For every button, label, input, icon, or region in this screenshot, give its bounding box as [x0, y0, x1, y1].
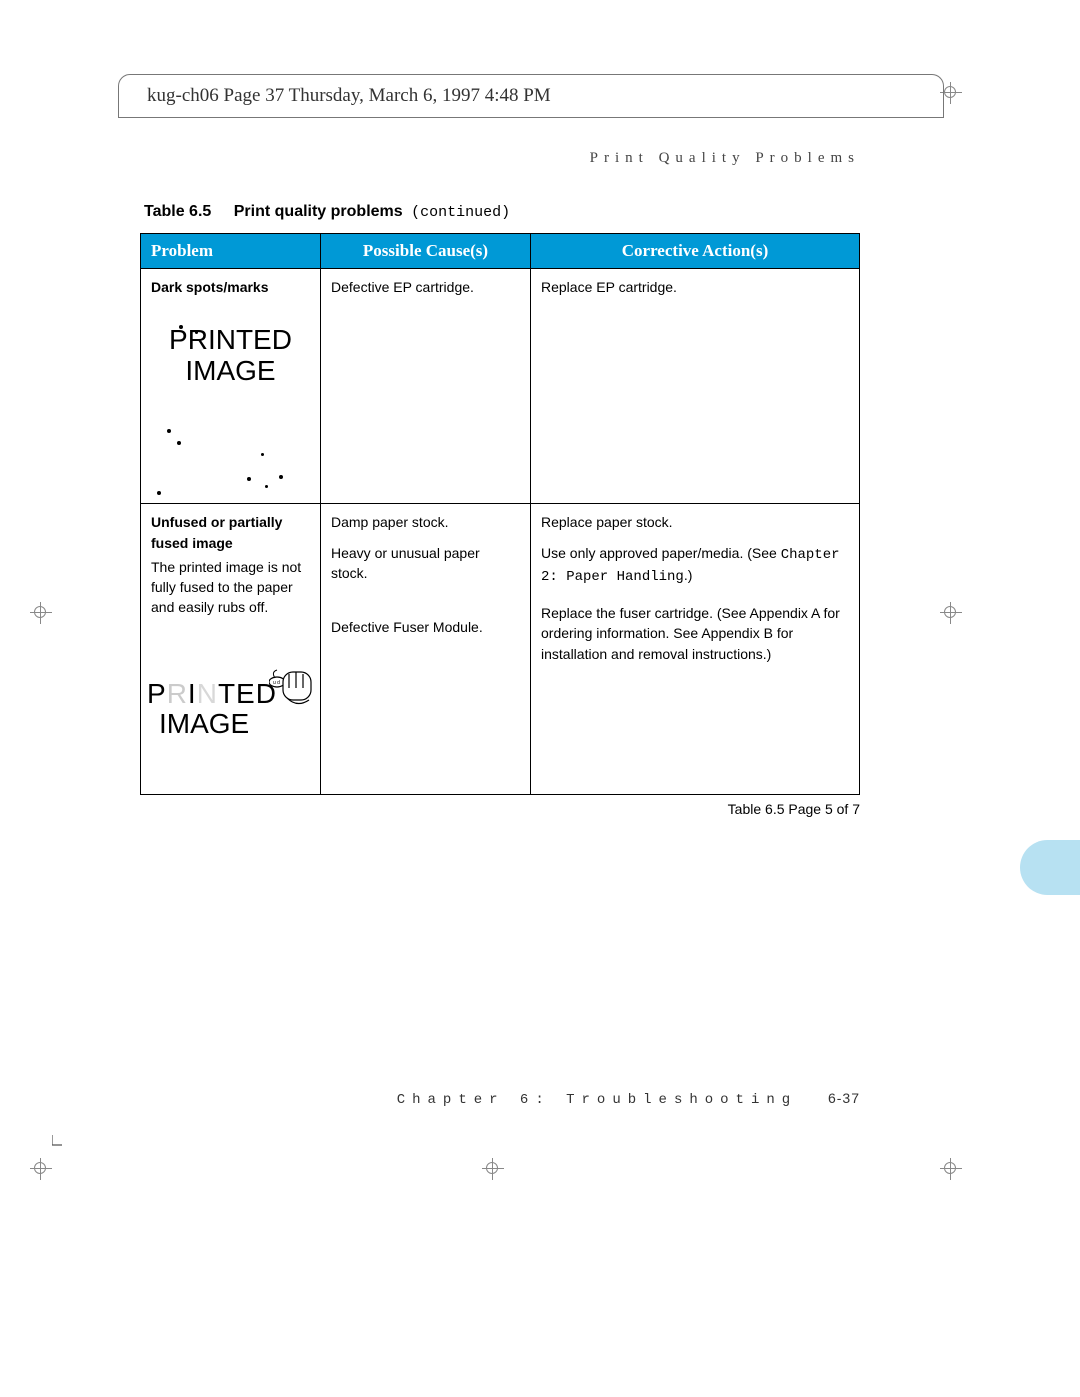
cell-action: Replace paper stock. Use only approved p…	[531, 504, 860, 794]
table-row: Unfused or partially fused image The pri…	[141, 504, 860, 794]
footer-page-number: 6-37	[828, 1090, 860, 1106]
cell-cause: Damp paper stock. Heavy or unusual paper…	[321, 504, 531, 794]
content-area: Print Quality Problems Table 6.5 Print q…	[140, 150, 860, 817]
corner-mark	[52, 1135, 64, 1147]
col-problem: Problem	[141, 234, 321, 269]
problem-illustration-dark-spots: PRINTED IMAGE	[151, 325, 310, 495]
cell-cause: Defective EP cartridge.	[321, 269, 531, 504]
page-header: kug-ch06 Page 37 Thursday, March 6, 1997…	[119, 75, 943, 117]
illus-line2: IMAGE	[159, 704, 249, 745]
table-continued: (continued)	[411, 204, 510, 221]
illus-line2: IMAGE	[151, 356, 310, 387]
footer-chapter: Chapter 6: Troubleshooting	[397, 1092, 797, 1108]
cell-problem: Unfused or partially fused image The pri…	[141, 504, 321, 794]
action-line: Replace paper stock.	[541, 512, 849, 532]
problem-desc: The printed image is not fully fused to …	[151, 559, 301, 616]
col-cause: Possible Cause(s)	[321, 234, 531, 269]
regmark-mid-right	[940, 602, 962, 624]
illus-line1: PRINTED	[151, 325, 310, 356]
action-text: .)	[684, 567, 693, 583]
problem-title: Dark spots/marks	[151, 277, 310, 297]
side-tab	[1020, 840, 1080, 895]
action-line: Use only approved paper/media. (See Chap…	[541, 543, 849, 588]
regmark-bottom-right	[940, 1158, 962, 1180]
print-quality-table: Problem Possible Cause(s) Corrective Act…	[140, 233, 860, 795]
cause-line: Defective Fuser Module.	[331, 617, 520, 637]
page-footer: Chapter 6: Troubleshooting 6-37	[140, 1090, 860, 1108]
hand-icon: u d	[269, 668, 313, 708]
action-line: Replace the fuser cartridge. (See Append…	[541, 603, 849, 664]
action-text: Use only approved paper/media. (See	[541, 545, 781, 561]
running-head: Print Quality Problems	[140, 150, 860, 167]
cause-line: Heavy or unusual paper stock.	[331, 543, 520, 584]
header-right-stub	[943, 86, 944, 118]
cause-line: Damp paper stock.	[331, 512, 520, 532]
svg-text:u d: u d	[273, 680, 280, 686]
regmark-mid-left	[30, 1158, 52, 1180]
table-footer: Table 6.5 Page 5 of 7	[140, 801, 860, 817]
table-caption: Table 6.5 Print quality problems (contin…	[140, 203, 860, 221]
table-header-row: Problem Possible Cause(s) Corrective Act…	[141, 234, 860, 269]
problem-title: Unfused or partially fused image	[151, 512, 310, 553]
table-title: Print quality problems	[234, 203, 403, 220]
header-baseline	[118, 117, 944, 118]
table-label: Table 6.5	[144, 203, 211, 220]
header-left-stub	[118, 86, 119, 118]
cell-action: Replace EP cartridge.	[531, 269, 860, 504]
table-row: Dark spots/marks PRINTED IMAGE	[141, 269, 860, 504]
header-rounded-box: kug-ch06 Page 37 Thursday, March 6, 1997…	[118, 74, 944, 118]
cell-problem: Dark spots/marks PRINTED IMAGE	[141, 269, 321, 504]
regmark-top-left	[30, 602, 52, 624]
problem-illustration-unfused: PRINTED IMAGE u d	[151, 646, 310, 786]
col-action: Corrective Action(s)	[531, 234, 860, 269]
regmark-bottom-center	[482, 1158, 504, 1180]
